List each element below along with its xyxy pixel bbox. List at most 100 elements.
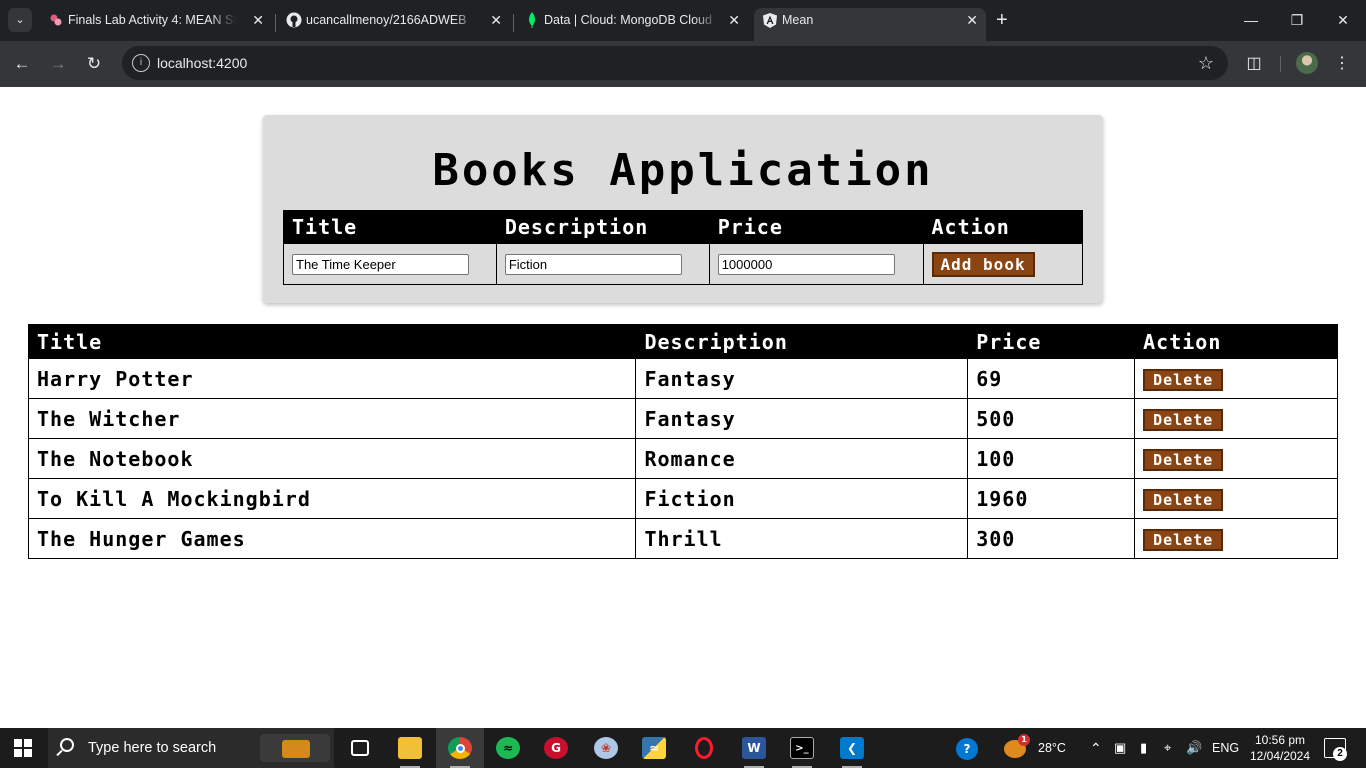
title-input[interactable]: [292, 253, 469, 275]
book-price: 500: [967, 398, 1136, 439]
bookmark-star-icon[interactable]: ☆: [1198, 46, 1214, 80]
add-book-button[interactable]: Add book: [931, 251, 1035, 277]
clock-date: 12/04/2024: [1249, 749, 1311, 763]
book-action-cell: Delete: [1134, 518, 1338, 559]
form-header-description: Description: [495, 210, 710, 244]
extensions-puzzle-icon[interactable]: ◫: [1242, 52, 1266, 76]
books-header-price: Price: [967, 324, 1136, 359]
form-input-row: Add book: [283, 243, 1084, 285]
books-header-title: Title: [27, 324, 637, 359]
form-cell-title: [283, 243, 497, 285]
minimize-icon[interactable]: —: [1228, 0, 1274, 41]
reload-icon[interactable]: ↻: [82, 52, 106, 76]
search-placeholder[interactable]: Type here to search: [88, 728, 216, 768]
weather-icon[interactable]: 1: [1004, 728, 1030, 768]
book-price: 300: [967, 518, 1136, 559]
paint-icon[interactable]: ❀: [582, 728, 630, 768]
weather-badge: 1: [1018, 733, 1030, 746]
wifi-icon[interactable]: ⌖: [1164, 728, 1171, 768]
delete-button[interactable]: Delete: [1143, 489, 1224, 511]
page-title: Books Application: [432, 145, 934, 196]
windows-start-icon[interactable]: [14, 739, 32, 757]
github-icon: [286, 12, 302, 28]
delete-button[interactable]: Delete: [1143, 449, 1224, 471]
volume-icon[interactable]: 🔊: [1186, 728, 1202, 768]
books-header-row: Title Description Price Action: [27, 324, 1338, 359]
address-url[interactable]: localhost:4200: [157, 46, 247, 80]
tab-title: ucancallmenoy/2166ADWEB: [306, 13, 467, 27]
tab-title: Finals Lab Activity 4: MEAN Stac: [68, 13, 236, 27]
form-header-price: Price: [708, 210, 924, 244]
tab-title: Data | Cloud: MongoDB Cloud: [544, 13, 712, 27]
toolbar-separator: [1280, 56, 1281, 72]
table-row: Harry Potter Fantasy 69 Delete: [27, 358, 1338, 399]
clock-time: 10:56 pm: [1254, 733, 1306, 747]
tab-finals-lab[interactable]: Finals Lab Activity 4: MEAN Stac ✕: [40, 8, 272, 41]
book-action-cell: Delete: [1134, 398, 1338, 439]
form-header-row: Title Description Price Action: [283, 210, 1084, 244]
table-row: The Notebook Romance 100 Delete: [27, 438, 1338, 479]
delete-button[interactable]: Delete: [1143, 369, 1224, 391]
book-title: To Kill A Mockingbird: [27, 478, 637, 519]
garena-icon[interactable]: G: [532, 728, 580, 768]
chevron-up-icon[interactable]: ⌃: [1090, 728, 1102, 768]
book-description: Fantasy: [635, 398, 969, 439]
tab-search-chevron-icon[interactable]: ⌄: [8, 8, 32, 32]
network-tray-icon[interactable]: ▣: [1114, 728, 1126, 768]
tab-mean[interactable]: Mean ✕: [754, 8, 986, 41]
book-price: 1960: [967, 478, 1136, 519]
delete-button[interactable]: Delete: [1143, 409, 1224, 431]
task-view-icon[interactable]: [336, 728, 384, 768]
price-input[interactable]: [717, 253, 895, 275]
spotify-icon[interactable]: ≈: [484, 728, 532, 768]
forward-arrow-icon[interactable]: →: [46, 52, 70, 76]
file-explorer-icon[interactable]: [386, 728, 434, 768]
tab-close-icon[interactable]: ✕: [728, 8, 740, 32]
table-row: The Hunger Games Thrill 300 Delete: [27, 518, 1338, 559]
tab-separator: [513, 14, 514, 32]
add-book-form: Title Description Price Action Add book: [283, 210, 1084, 285]
book-title: The Witcher: [27, 398, 637, 439]
book-action-cell: Delete: [1134, 358, 1338, 399]
mongodb-leaf-icon: [524, 12, 540, 28]
restore-icon[interactable]: ❐: [1274, 0, 1320, 41]
table-row: To Kill A Mockingbird Fiction 1960 Delet…: [27, 478, 1338, 519]
menu-kebab-icon[interactable]: ⋮: [1330, 52, 1354, 76]
help-icon[interactable]: ?: [956, 728, 978, 768]
delete-button[interactable]: Delete: [1143, 529, 1224, 551]
site-info-icon[interactable]: i: [132, 54, 150, 72]
form-cell-action: Add book: [922, 243, 1084, 285]
book-price: 69: [967, 358, 1136, 399]
profile-avatar[interactable]: [1296, 52, 1318, 74]
angular-icon: [762, 12, 778, 28]
book-description: Romance: [635, 438, 969, 479]
python-icon[interactable]: ≈: [630, 728, 678, 768]
tab-close-icon[interactable]: ✕: [252, 8, 264, 32]
word-icon[interactable]: W: [730, 728, 778, 768]
books-header-action: Action: [1134, 324, 1338, 359]
tab-github[interactable]: ucancallmenoy/2166ADWEB ✕: [278, 8, 510, 41]
vscode-icon[interactable]: ❮: [828, 728, 876, 768]
taskbar-clock[interactable]: 10:56 pm 12/04/2024: [1248, 732, 1312, 764]
book-action-cell: Delete: [1134, 438, 1338, 479]
page-content: Books Application Title Description Pric…: [0, 87, 1366, 728]
new-tab-plus-icon[interactable]: +: [996, 8, 1008, 32]
close-window-icon[interactable]: ✕: [1320, 0, 1366, 41]
tab-close-icon[interactable]: ✕: [490, 8, 502, 32]
search-icon: [60, 738, 74, 752]
tab-title: Mean: [782, 13, 814, 27]
tab-mongodb[interactable]: Data | Cloud: MongoDB Cloud ✕: [516, 8, 748, 41]
chrome-icon[interactable]: [436, 728, 484, 768]
book-description: Fantasy: [635, 358, 969, 399]
battery-icon[interactable]: ▮: [1140, 728, 1147, 768]
terminal-icon[interactable]: >_: [778, 728, 826, 768]
description-input[interactable]: [504, 253, 682, 275]
back-arrow-icon[interactable]: ←: [10, 52, 34, 76]
taskbar-search-box[interactable]: Type here to search: [48, 728, 334, 768]
address-bar[interactable]: i localhost:4200 ☆: [122, 46, 1228, 80]
language-indicator[interactable]: ENG: [1212, 728, 1239, 768]
browser-toolbar: ← → ↻ i localhost:4200 ☆ ◫ ⋮: [0, 41, 1366, 87]
weather-temperature[interactable]: 28°C: [1038, 728, 1066, 768]
tab-close-icon[interactable]: ✕: [966, 8, 978, 32]
opera-icon[interactable]: [680, 728, 728, 768]
